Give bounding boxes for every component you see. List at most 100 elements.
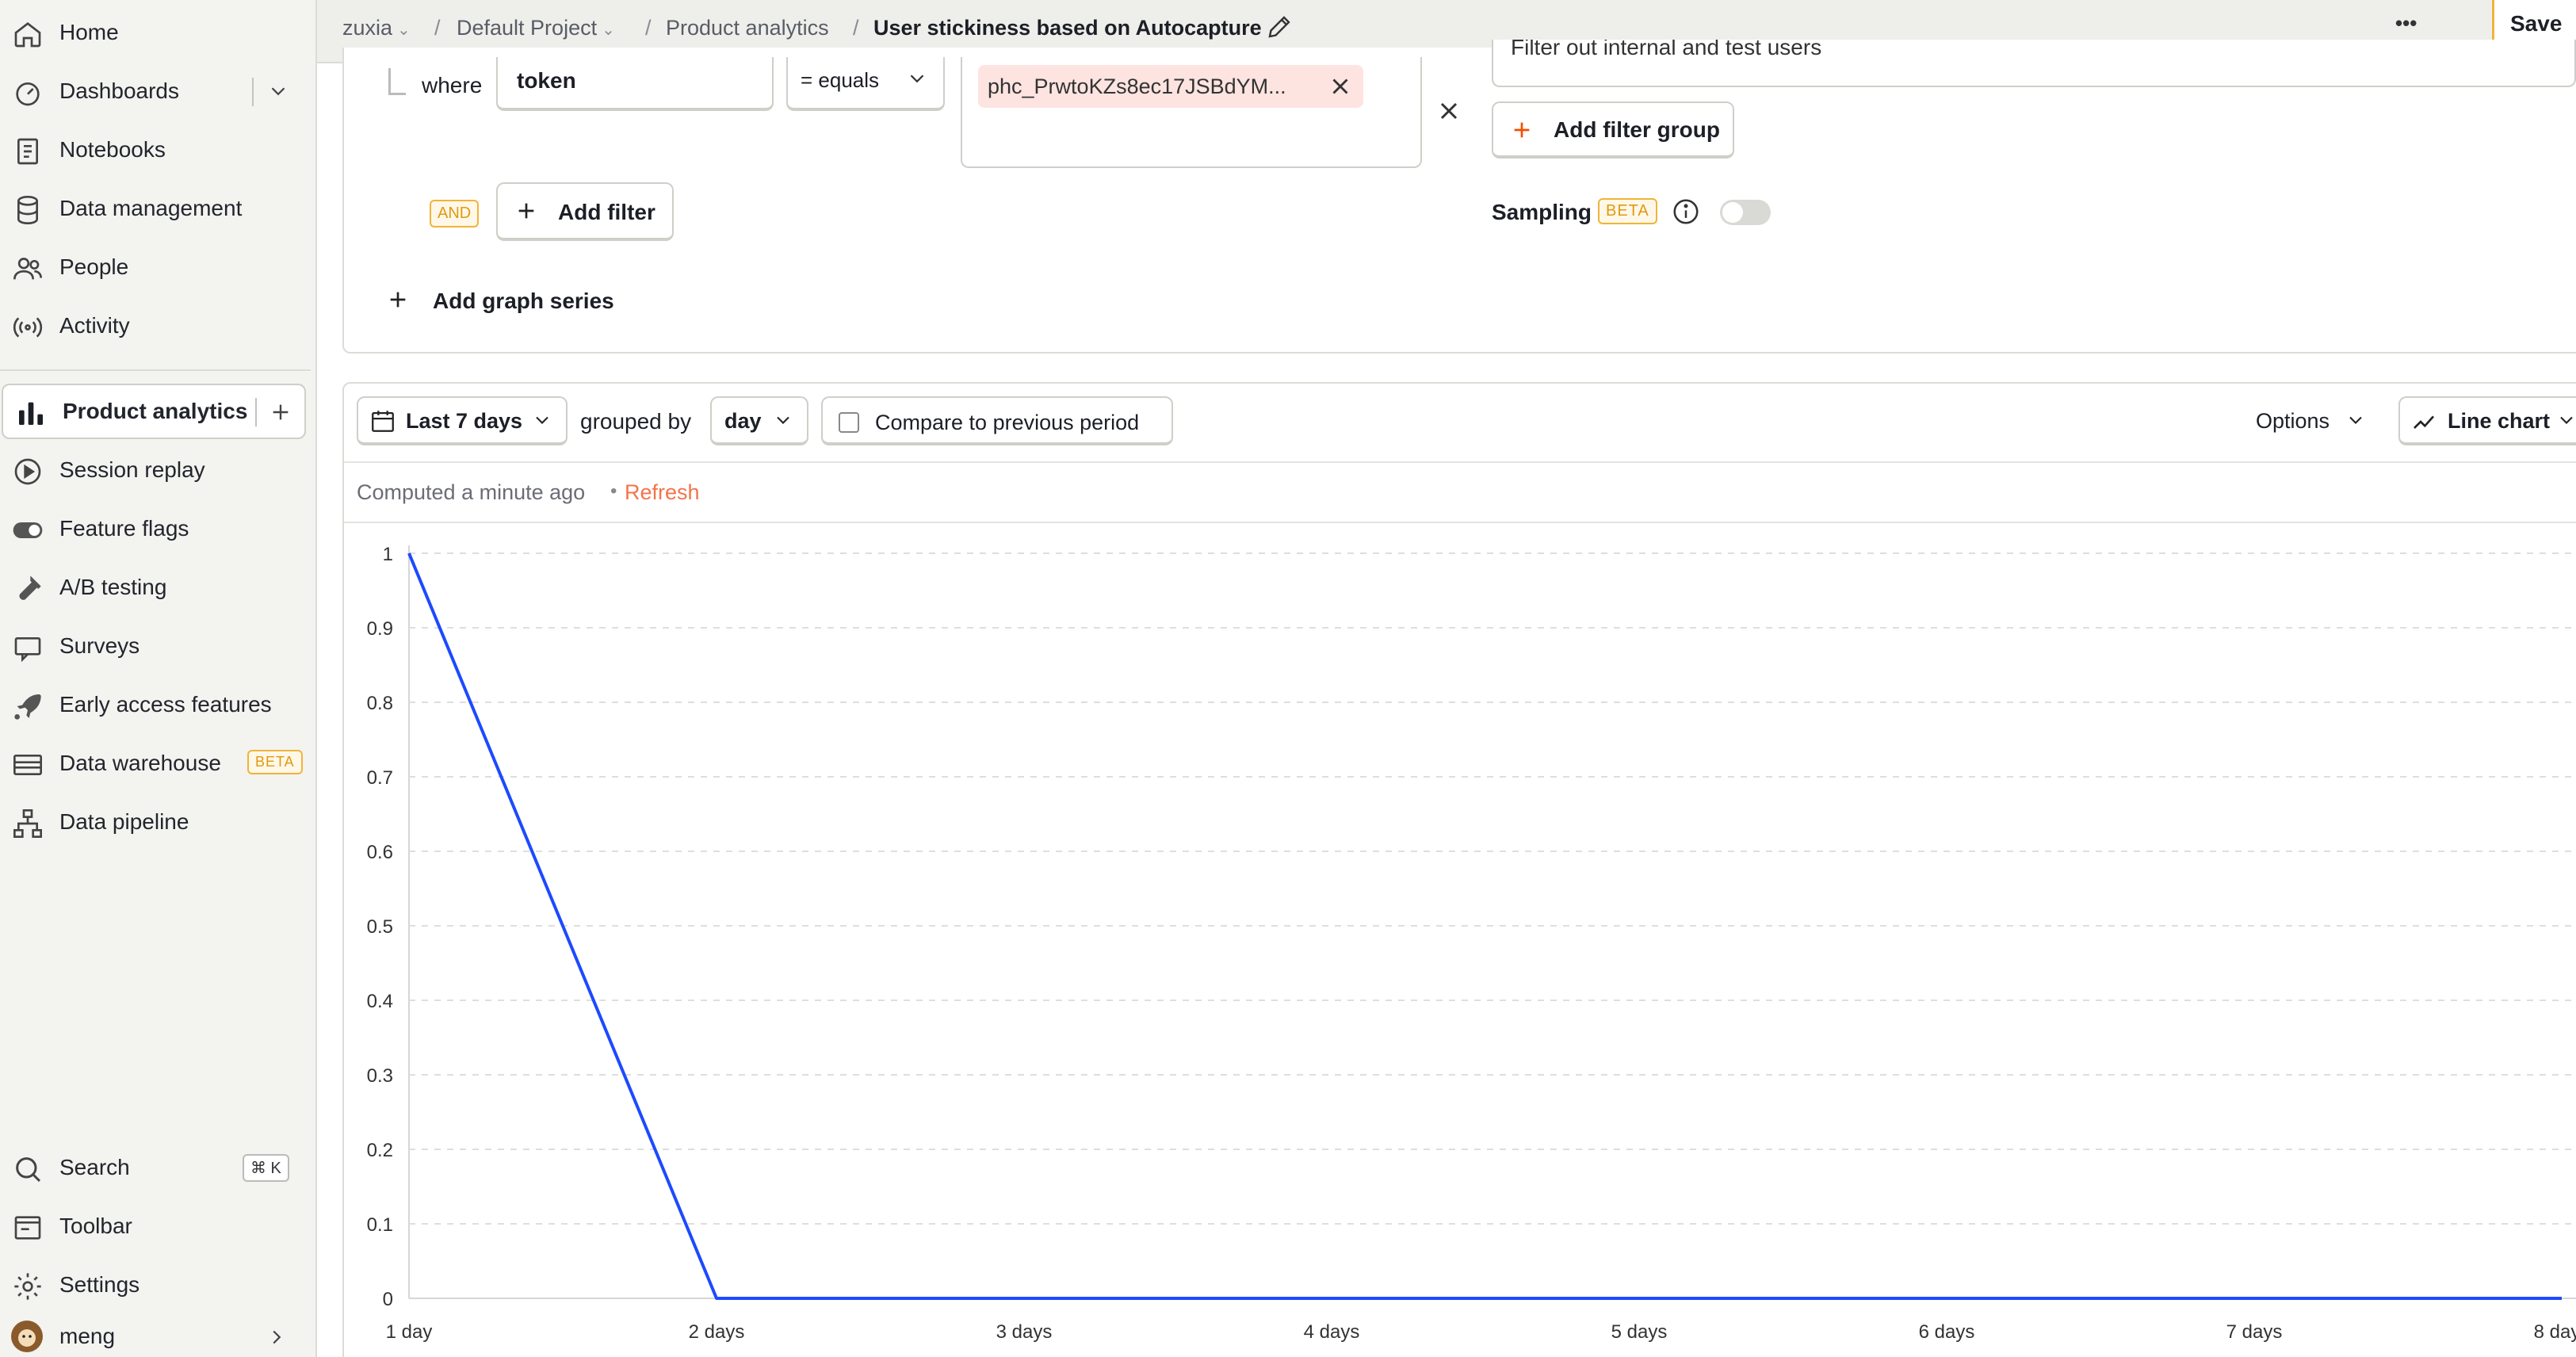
- checkbox-box: [839, 412, 859, 433]
- interval-select[interactable]: day: [710, 396, 808, 445]
- line-chart: 0 0.1 0.2 0.3 0.4 0.5 0.6 0.7 0.8 0.9 1 1 day 2 day…: [367, 544, 2576, 1343]
- sidebar-item-data-pipeline[interactable]: Data pipeline: [0, 793, 311, 851]
- sidebar-item-ab-testing[interactable]: A/B testing: [0, 558, 311, 617]
- breadcrumb-separator: /: [434, 16, 441, 40]
- chevron-down-icon: [2345, 409, 2367, 435]
- value-chip-label: phc_PrwtoKZs8ec17JSBdYM...: [988, 75, 1286, 98]
- avatar: [11, 1321, 43, 1352]
- search-icon: [11, 1152, 44, 1186]
- remove-value-icon[interactable]: [1327, 73, 1354, 104]
- y-tick-label: 0.1: [367, 1214, 393, 1236]
- add-filter-group-label: Add filter group: [1554, 117, 1720, 142]
- plus-icon[interactable]: [268, 399, 295, 426]
- sidebar-item-data-management[interactable]: Data management: [0, 179, 311, 238]
- chevron-right-icon: [265, 1325, 289, 1353]
- sidebar-item-product-analytics[interactable]: Product analytics: [2, 384, 306, 439]
- y-tick-label: 0.7: [367, 767, 393, 789]
- survey-icon: [11, 631, 44, 664]
- tree-connector: [388, 68, 406, 95]
- chevron-down-icon: ⌄: [602, 21, 615, 39]
- more-options-button[interactable]: •••: [2395, 11, 2417, 36]
- calendar-icon: [369, 407, 396, 438]
- chevron-down-icon: [772, 409, 794, 435]
- sidebar-item-user[interactable]: meng: [0, 1314, 311, 1357]
- chevron-down-icon: [2555, 409, 2576, 435]
- sidebar-item-label: Data management: [59, 196, 243, 220]
- breadcrumb-org[interactable]: zuxia ⌄: [342, 16, 411, 40]
- chevron-down-icon: [531, 409, 553, 435]
- sidebar: Home Dashboards Notebooks Data managemen…: [0, 0, 317, 1357]
- y-tick-label: 0.5: [367, 916, 393, 938]
- sidebar-item-data-warehouse[interactable]: Data warehouse BETA: [0, 734, 311, 793]
- breadcrumb-project[interactable]: Default Project ⌄: [457, 16, 615, 40]
- compare-checkbox[interactable]: Compare to previous period: [821, 396, 1173, 445]
- plus-icon: [1509, 117, 1535, 147]
- pipeline-icon: [11, 807, 44, 840]
- chevron-down-icon: [905, 67, 929, 94]
- and-badge: AND: [430, 200, 480, 227]
- property-value: token: [517, 68, 576, 93]
- sidebar-item-people[interactable]: People: [0, 238, 311, 296]
- page-title: User stickiness based on Autocapture: [873, 16, 1262, 40]
- y-axis-ticks: 0 0.1 0.2 0.3 0.4 0.5 0.6 0.7 0.8 0.9 1: [367, 544, 393, 1310]
- sidebar-item-label: Early access features: [59, 692, 272, 717]
- refresh-link[interactable]: Refresh: [625, 480, 700, 505]
- x-tick-label: 8 days: [2534, 1321, 2576, 1343]
- property-select[interactable]: token: [496, 57, 774, 111]
- sidebar-item-label: People: [59, 254, 129, 279]
- plus-icon: [385, 287, 411, 316]
- options-button[interactable]: Options: [2243, 396, 2386, 445]
- save-button-label: Save: [2510, 11, 2563, 36]
- chart-grid: [408, 545, 2576, 1299]
- sidebar-item-notebooks[interactable]: Notebooks: [0, 120, 311, 179]
- sidebar-item-home[interactable]: Home: [0, 3, 311, 62]
- sidebar-item-label: Product analytics: [63, 399, 248, 423]
- remove-filter-icon[interactable]: [1435, 97, 1463, 129]
- y-tick-label: 0.2: [367, 1140, 393, 1161]
- sidebar-item-settings[interactable]: Settings: [0, 1256, 311, 1314]
- sampling-toggle[interactable]: [1720, 200, 1771, 225]
- value-field[interactable]: phc_PrwtoKZs8ec17JSBdYM...: [961, 57, 1422, 168]
- y-tick-label: 0.3: [367, 1065, 393, 1087]
- rocket-icon: [11, 690, 44, 723]
- status-separator: •: [610, 480, 617, 502]
- sidebar-item-label: Toolbar: [59, 1214, 132, 1238]
- sidebar-item-search[interactable]: Search ⌘ K: [0, 1138, 311, 1197]
- info-icon[interactable]: [1671, 197, 1701, 231]
- grouped-by-label: grouped by: [580, 409, 692, 434]
- dashboard-icon: [11, 76, 44, 109]
- sidebar-item-activity[interactable]: Activity: [0, 296, 311, 355]
- computed-status: Computed a minute ago: [357, 480, 586, 504]
- sidebar-item-surveys[interactable]: Surveys: [0, 617, 311, 675]
- y-tick-label: 0.8: [367, 693, 393, 714]
- operator-select[interactable]: = equals: [786, 57, 945, 111]
- breadcrumb-project-label: Default Project: [457, 16, 598, 40]
- sidebar-item-label: Dashboards: [59, 78, 179, 103]
- edit-pencil-icon[interactable]: [1265, 13, 1294, 45]
- chart-type-select[interactable]: Line chart: [2398, 396, 2576, 445]
- sidebar-item-early-access[interactable]: Early access features: [0, 675, 311, 734]
- sidebar-item-dashboards[interactable]: Dashboards: [0, 62, 311, 120]
- x-axis-ticks: 1 day 2 days 3 days 4 days 5 days 6 days 7 day…: [386, 1321, 2576, 1343]
- add-graph-series-button[interactable]: Add graph series: [385, 282, 639, 320]
- add-filter-button[interactable]: Add filter: [496, 182, 674, 241]
- breadcrumb-section[interactable]: Product analytics: [666, 16, 829, 40]
- date-range-select[interactable]: Last 7 days: [357, 396, 568, 445]
- add-graph-series-label: Add graph series: [433, 289, 614, 313]
- chevron-down-icon[interactable]: [266, 79, 293, 103]
- beta-badge: BETA: [247, 750, 303, 774]
- add-filter-group-button[interactable]: Add filter group: [1492, 101, 1734, 159]
- sidebar-item-label: Data pipeline: [59, 809, 189, 834]
- sidebar-item-toolbar[interactable]: Toolbar: [0, 1197, 311, 1256]
- y-tick-label: 0.9: [367, 618, 393, 640]
- sidebar-item-label: Notebooks: [59, 137, 166, 162]
- sidebar-item-feature-flags[interactable]: Feature flags: [0, 499, 311, 558]
- bar-chart-icon: [14, 396, 48, 430]
- breadcrumb-separator: /: [853, 16, 859, 40]
- options-label: Options: [2256, 409, 2330, 433]
- toggle-icon: [11, 514, 44, 547]
- breadcrumb-org-label: zuxia: [342, 16, 393, 40]
- date-range-value: Last 7 days: [406, 409, 523, 433]
- sidebar-item-label: Home: [59, 20, 119, 44]
- sidebar-item-session-replay[interactable]: Session replay: [0, 441, 311, 499]
